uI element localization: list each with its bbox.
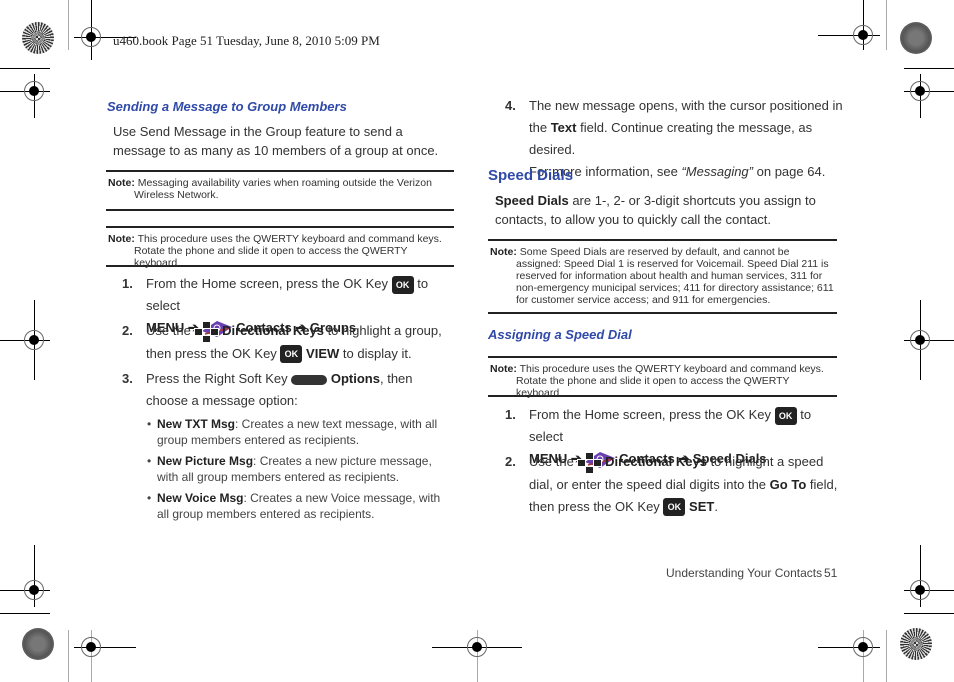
registration-rosette-icon <box>900 628 932 660</box>
option-label: New Picture Msg <box>157 454 254 468</box>
step-number: 3. <box>122 371 133 386</box>
note-roaming: Note: Messaging availability varies when… <box>106 170 454 211</box>
go-to-field-label: Go To <box>769 476 807 492</box>
step-text: Use the <box>529 454 574 469</box>
step-text: Press the Right Soft Key <box>146 371 288 386</box>
registration-mark-icon <box>853 25 873 45</box>
punctuation: . <box>714 498 718 514</box>
bullet-icon: • <box>147 417 152 431</box>
speed-dials-term: Speed Dials <box>495 193 569 208</box>
step-number: 1. <box>505 407 516 422</box>
note-qwerty-right: Note: This procedure uses the QWERTY key… <box>488 356 837 399</box>
registration-mark-icon <box>81 637 101 657</box>
registration-mark-icon <box>910 330 930 350</box>
note-label: Note: <box>108 233 135 245</box>
footer-chapter: Understanding Your Contacts <box>666 566 823 580</box>
footer-page-number: 51 <box>824 566 838 580</box>
bullet-icon: • <box>147 454 152 468</box>
directional-keys-icon <box>577 451 603 474</box>
step-text: From the Home screen, press the OK Key <box>529 407 772 422</box>
registration-mark-icon <box>853 637 873 657</box>
registration-mark-icon <box>24 580 44 600</box>
crop-line <box>68 0 69 50</box>
registration-rosette-icon <box>900 22 932 54</box>
note-label: Note: <box>108 177 135 189</box>
ok-key-icon: OK <box>280 345 303 364</box>
option-new-txt-msg: • New TXT Msg: Creates a new text messag… <box>147 416 452 448</box>
crop-line <box>68 630 69 682</box>
note-text: This procedure uses the QWERTY keyboard … <box>516 363 824 399</box>
step-3: 3. Press the Right Soft Key Options, the… <box>122 368 457 412</box>
group-message-intro: Use Send Message in the Group feature to… <box>113 124 439 158</box>
messaging-reference-link[interactable]: “Messaging” <box>681 164 753 179</box>
step-number: 2. <box>122 323 133 338</box>
note-text: This procedure uses the QWERTY keyboard … <box>134 233 442 269</box>
print-header: u460.book Page 51 Tuesday, June 8, 2010 … <box>113 33 380 48</box>
crop-line <box>904 68 954 69</box>
option-label: New TXT Msg <box>157 417 236 431</box>
registration-mark-icon <box>24 330 44 350</box>
crop-line <box>886 0 887 50</box>
note-text: Messaging availability varies when roami… <box>134 177 432 201</box>
directional-keys-label: Directional Keys <box>605 454 707 469</box>
step-text: to display it. <box>342 345 412 361</box>
options-label: Options <box>330 371 380 386</box>
note-reserved-speed-dials: Note: Some Speed Dials are reserved by d… <box>488 239 837 314</box>
step-text: From the Home screen, press the OK Key <box>146 276 389 291</box>
step-number: 1. <box>122 276 133 291</box>
step-2: 2. Use the Directional Keys to highlight… <box>122 320 457 365</box>
note-label: Note: <box>490 246 517 258</box>
registration-mark-icon <box>467 637 487 657</box>
crop-line <box>0 613 50 614</box>
speed-dials-intro: Speed Dials are 1-, 2- or 3-digit shortc… <box>495 191 840 229</box>
crop-line <box>904 613 954 614</box>
crop-line <box>0 68 50 69</box>
crop-line <box>886 630 887 682</box>
registration-rosette-icon <box>22 628 54 660</box>
option-new-picture-msg: • New Picture Msg: Creates a new picture… <box>147 453 452 485</box>
registration-mark-icon <box>24 81 44 101</box>
step-number: 4. <box>505 98 516 113</box>
step-2-speed-dial: 2. Use the Directional Keys to highlight… <box>505 451 845 518</box>
note-text: Some Speed Dials are reserved by default… <box>516 246 834 306</box>
registration-rosette-icon <box>22 22 54 54</box>
set-label: SET <box>689 498 715 514</box>
text-field-label: Text <box>550 120 577 135</box>
note-qwerty: Note: This procedure uses the QWERTY key… <box>106 226 454 269</box>
step-number: 2. <box>505 454 516 469</box>
step-text: on page 64. <box>756 164 826 179</box>
registration-mark-icon <box>81 27 101 47</box>
ok-key-icon: OK <box>391 275 414 294</box>
note-label: Note: <box>490 363 517 375</box>
bullet-icon: • <box>147 491 152 505</box>
view-label: VIEW <box>306 345 340 361</box>
directional-keys-label: Directional Keys <box>222 323 324 338</box>
registration-mark-icon <box>910 580 930 600</box>
right-soft-key-icon <box>291 374 328 385</box>
ok-key-icon: OK <box>774 406 797 425</box>
directional-keys-icon <box>194 320 220 343</box>
option-label: New Voice Msg <box>157 491 244 505</box>
ok-key-icon: OK <box>663 498 686 517</box>
section-title-speed-dials: Speed Dials <box>488 167 574 184</box>
registration-mark-icon <box>910 81 930 101</box>
subsection-title-assigning: Assigning a Speed Dial <box>488 327 632 342</box>
step-text: Use the <box>146 323 191 338</box>
option-new-voice-msg: • New Voice Msg: Creates a new Voice mes… <box>147 490 452 522</box>
section-title-group-message: Sending a Message to Group Members <box>107 99 347 114</box>
